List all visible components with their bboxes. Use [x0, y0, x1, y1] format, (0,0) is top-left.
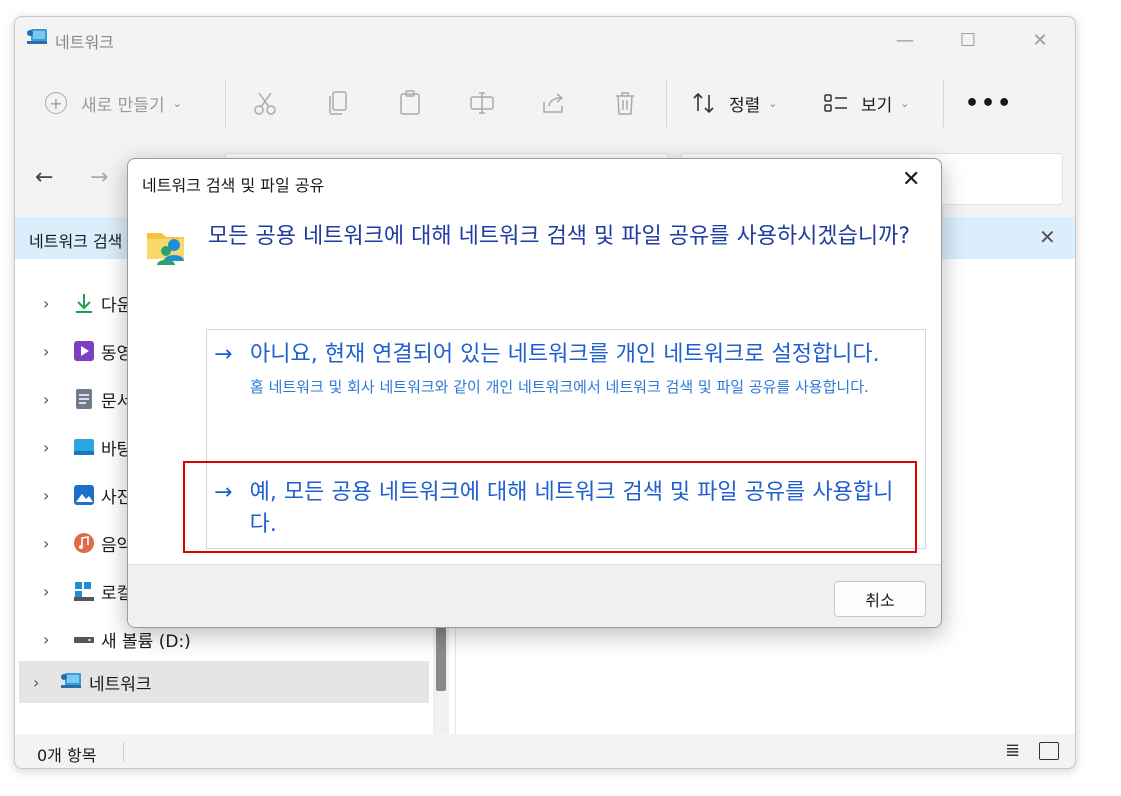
infobar-text: 네트워크 검색 — [29, 232, 123, 251]
chevron-right-icon: › — [43, 437, 50, 457]
share-icon — [543, 93, 564, 113]
scissors-icon — [254, 92, 276, 115]
network-discovery-dialog: 네트워크 검색 및 파일 공유 ✕ 모든 공용 네트워크에 대해 네트워크 검색… — [127, 158, 942, 628]
details-view-icon[interactable]: ≣ — [1005, 740, 1020, 761]
dialog-close-button[interactable]: ✕ — [902, 167, 920, 192]
toolbar-divider — [666, 79, 667, 127]
infobar-close-button[interactable]: ✕ — [1039, 225, 1056, 249]
toolbar-divider — [225, 79, 226, 127]
toolbar-divider — [943, 79, 944, 127]
chevron-right-icon: › — [43, 629, 50, 649]
dialog-title: 네트워크 검색 및 파일 공유 — [142, 176, 325, 195]
chevron-right-icon: › — [43, 293, 50, 313]
chevron-right-icon: › — [43, 389, 50, 409]
view-list-icon — [824, 94, 847, 112]
status-divider — [123, 742, 124, 762]
item-count: 0개 항목 — [37, 746, 97, 765]
view-button[interactable]: 보기 ⌄ — [823, 75, 910, 131]
dialog-footer: 취소 — [128, 564, 941, 627]
rename-icon — [470, 92, 494, 114]
sidebar-item-label: 새 볼륨 (D:) — [101, 631, 191, 652]
sidebar-scroll-thumb[interactable] — [436, 617, 446, 691]
command-bar: + 새로 만들기 ⌄ 정렬 ⌄ 보기 ⌄ ••• — [15, 75, 1075, 131]
network-icon — [61, 673, 81, 688]
arrow-right-icon: → — [214, 342, 233, 367]
download-icon — [76, 294, 92, 313]
new-button[interactable]: + 새로 만들기 ⌄ — [45, 75, 182, 131]
sidebar-item-label: 네트워크 — [89, 674, 152, 695]
dialog-heading: 모든 공용 네트워크에 대해 네트워크 검색 및 파일 공유를 사용하시겠습니까… — [208, 224, 911, 249]
desktop-icon — [74, 439, 94, 455]
chevron-right-icon: › — [43, 341, 50, 361]
pictures-icon — [74, 485, 94, 505]
document-icon — [76, 389, 92, 409]
sort-button[interactable]: 정렬 ⌄ — [691, 75, 778, 131]
status-bar: 0개 항목 ≣ — [15, 734, 1075, 768]
close-window-button[interactable]: ✕ — [1017, 25, 1063, 55]
drive-icon — [74, 637, 94, 643]
view-label: 보기 — [861, 95, 893, 116]
rename-button[interactable] — [469, 75, 495, 131]
option-no-main: 아니요, 현재 연결되어 있는 네트워크를 개인 네트워크로 설정합니다. — [250, 342, 880, 367]
sidebar-item-network[interactable]: › 네트워크 — [19, 661, 429, 703]
copy-icon — [329, 91, 347, 115]
chevron-right-icon: › — [43, 581, 50, 601]
more-options-button[interactable]: ••• — [965, 75, 1013, 131]
cut-button[interactable] — [253, 75, 277, 131]
option-private-network-link[interactable]: → 아니요, 현재 연결되어 있는 네트워크를 개인 네트워크로 설정합니다. … — [214, 339, 914, 399]
music-icon — [74, 533, 94, 553]
minimize-button[interactable]: — — [882, 25, 928, 55]
chevron-right-icon: › — [43, 485, 50, 505]
chevron-down-icon: ⌄ — [768, 96, 778, 110]
sort-icon — [693, 92, 714, 114]
clipboard-icon — [400, 90, 420, 115]
video-icon — [74, 341, 94, 361]
network-icon — [27, 29, 47, 44]
copy-button[interactable] — [327, 75, 349, 131]
new-label: 새로 만들기 — [81, 95, 165, 116]
title-bar: 네트워크 — ☐ ✕ — [15, 17, 1075, 63]
shared-folder-icon — [147, 233, 184, 265]
chevron-down-icon: ⌄ — [172, 96, 182, 110]
paste-button[interactable] — [398, 75, 422, 131]
trash-icon — [616, 92, 634, 115]
cancel-button[interactable]: 취소 — [834, 581, 926, 617]
plus-icon: + — [45, 92, 67, 114]
window-title: 네트워크 — [55, 33, 114, 52]
back-button[interactable]: ← — [35, 165, 53, 190]
share-button[interactable] — [541, 75, 567, 131]
chevron-right-icon: › — [43, 533, 50, 553]
option-no-sub: 홈 네트워크 및 회사 네트워크와 같이 개인 네트워크에서 네트워크 검색 및… — [250, 378, 869, 396]
sort-label: 정렬 — [729, 95, 761, 116]
chevron-right-icon: › — [33, 672, 40, 692]
maximize-button[interactable]: ☐ — [945, 25, 991, 55]
highlight-box — [183, 461, 917, 553]
delete-button[interactable] — [613, 75, 637, 131]
tiles-view-icon[interactable] — [1039, 742, 1059, 760]
chevron-down-icon: ⌄ — [900, 96, 910, 110]
local-disk-icon — [74, 582, 94, 601]
forward-button[interactable]: → — [90, 165, 108, 190]
